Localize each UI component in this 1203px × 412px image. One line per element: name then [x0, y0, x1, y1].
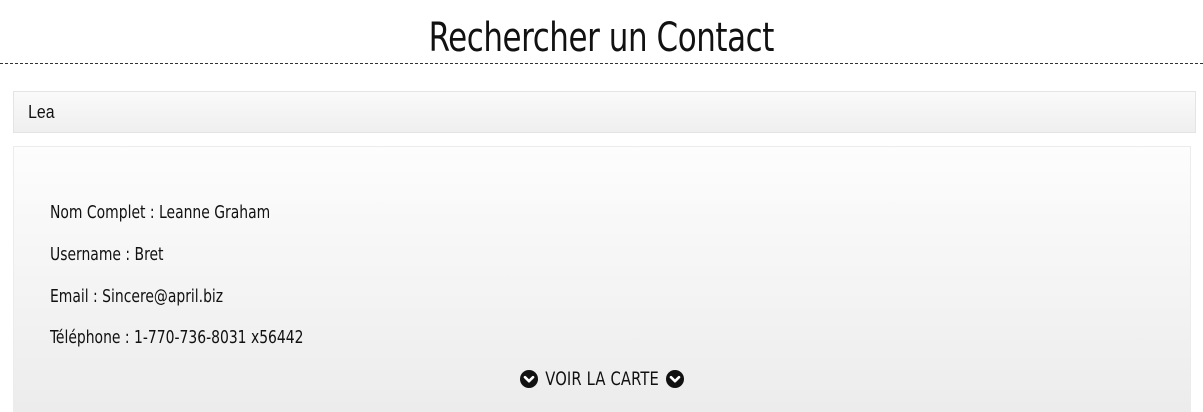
page-header: Rechercher un Contact — [0, 0, 1203, 64]
contact-full-name: Nom Complet : Leanne Graham — [50, 202, 271, 223]
chevron-circle-down-icon — [666, 370, 685, 388]
chevron-circle-down-icon — [519, 370, 538, 388]
view-map-label: VOIR LA CARTE — [545, 368, 659, 390]
contact-username: Username : Bret — [50, 244, 164, 265]
contact-card: Nom Complet : Leanne Graham Username : B… — [13, 146, 1191, 412]
view-map-button[interactable]: VOIR LA CARTE — [14, 368, 1190, 392]
contact-email: Email : Sincere@april.biz — [50, 286, 224, 307]
search-box — [13, 91, 1196, 133]
search-input[interactable] — [14, 92, 1054, 132]
contact-phone: Téléphone : 1-770-736-8031 x56442 — [50, 327, 304, 348]
page-title: Rechercher un Contact — [428, 15, 775, 61]
